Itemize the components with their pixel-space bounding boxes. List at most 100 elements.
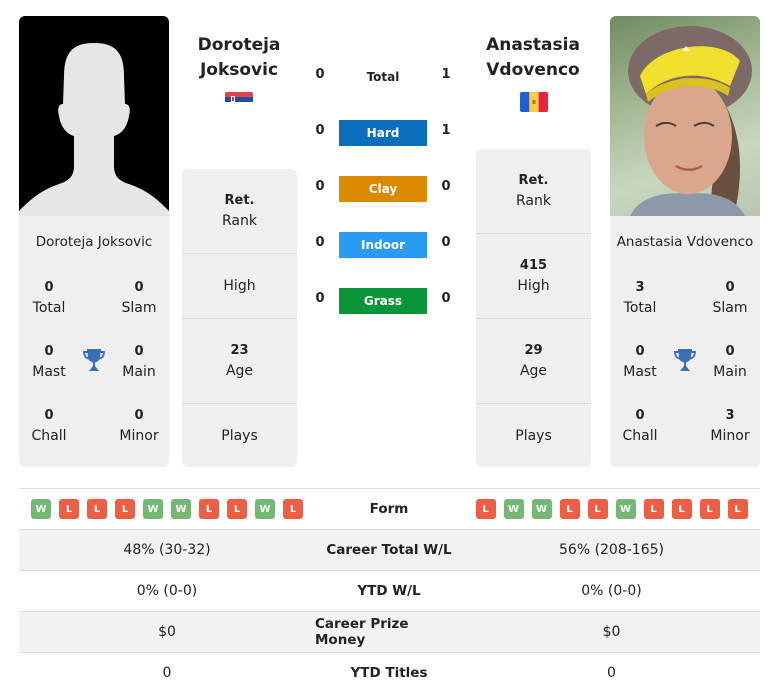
form-loss-badge[interactable]: L: [227, 499, 247, 519]
form-loss-badge[interactable]: L: [727, 499, 748, 519]
player2-ytd-titles: 0: [607, 665, 616, 681]
form-loss-badge[interactable]: L: [87, 499, 107, 519]
player1-prize-money: $0: [158, 624, 176, 640]
titles-slam-value: 0: [725, 280, 735, 295]
moldova-flag-icon: [520, 92, 548, 112]
age-value: 29: [524, 343, 543, 358]
form-loss-badge[interactable]: L: [199, 499, 219, 519]
player1-photo[interactable]: [19, 16, 169, 216]
player2-high: 415 High: [476, 234, 591, 319]
ytd-titles-row: 0 YTD Titles 0: [19, 653, 760, 694]
form-loss-badge[interactable]: L: [699, 499, 720, 519]
titles-chall-label: Chall: [622, 428, 658, 444]
player1-info-card: Ret. Rank High 23 Age Plays: [182, 169, 297, 467]
form-loss-badge[interactable]: L: [475, 499, 496, 519]
plays-label: Plays: [515, 427, 552, 444]
titles-mast-label: Mast: [32, 364, 66, 380]
player2-titles-total: 3 Total: [610, 278, 670, 318]
form-loss-badge[interactable]: L: [559, 499, 580, 519]
form-loss-badge[interactable]: L: [671, 499, 692, 519]
titles-total-label: Total: [32, 300, 66, 316]
h2h-hard-p2: 1: [441, 123, 451, 138]
titles-main-label: Main: [122, 364, 156, 380]
form-win-badge[interactable]: W: [615, 499, 636, 519]
titles-minor-label: Minor: [119, 428, 159, 444]
rank-value: Ret.: [518, 173, 549, 188]
titles-mast-value: 0: [44, 344, 54, 359]
player2-last-name: Vdovenco: [486, 60, 580, 80]
player1-ytd-wl: 0% (0-0): [136, 583, 198, 599]
titles-mast-value: 0: [635, 344, 645, 359]
player2-plays: Plays: [476, 404, 591, 467]
form-win-badge[interactable]: W: [255, 499, 275, 519]
player1-plays: Plays: [182, 404, 297, 467]
form-win-badge[interactable]: W: [171, 499, 191, 519]
trophy-icon: [674, 349, 696, 371]
form-win-badge[interactable]: W: [143, 499, 163, 519]
form-loss-badge[interactable]: L: [587, 499, 608, 519]
surface-clay-badge[interactable]: Clay: [339, 176, 427, 202]
h2h-total-label: Total: [366, 70, 400, 84]
form-loss-badge[interactable]: L: [59, 499, 79, 519]
form-label: Form: [369, 501, 409, 517]
titles-main-value: 0: [725, 344, 735, 359]
titles-main-value: 0: [134, 344, 144, 359]
player1-first-name: Doroteja: [197, 35, 281, 55]
player1-high: High: [182, 254, 297, 319]
surface-indoor-badge[interactable]: Indoor: [339, 232, 427, 258]
player2-name[interactable]: Anastasia Vdovenco: [463, 33, 603, 83]
player1-form-cell: WLLLWWLLWL: [19, 489, 315, 529]
form-win-badge[interactable]: W: [531, 499, 552, 519]
player1-name[interactable]: Doroteja Joksovic: [169, 33, 309, 83]
player2-titles-minor: 3 Minor: [700, 406, 760, 446]
surface-grass-badge[interactable]: Grass: [339, 288, 427, 314]
rank-label: Rank: [222, 213, 257, 229]
player1-career-wl: 48% (30-32): [123, 542, 211, 558]
player1-card: Doroteja Joksovic 0 Total 0 Slam 0 Mast …: [19, 16, 169, 467]
player2-first-name: Anastasia: [486, 35, 580, 55]
age-label: Age: [519, 363, 548, 379]
player2-rank: Ret. Rank: [476, 149, 591, 234]
career-wl-label: Career Total W/L: [326, 542, 452, 558]
career-wl-row: 48% (30-32) Career Total W/L 56% (208-16…: [19, 530, 760, 571]
player1-titles-minor: 0 Minor: [109, 406, 169, 446]
titles-slam-value: 0: [134, 280, 144, 295]
titles-mast-label: Mast: [623, 364, 657, 380]
ytd-wl-label: YTD W/L: [357, 583, 421, 599]
titles-chall-value: 0: [44, 408, 54, 423]
high-label: High: [223, 278, 256, 294]
age-value: 23: [230, 343, 249, 358]
trophy-icon: [83, 349, 105, 371]
rank-label: Rank: [516, 193, 551, 209]
form-win-badge[interactable]: W: [503, 499, 524, 519]
h2h-indoor-p2: 0: [441, 235, 451, 250]
titles-chall-label: Chall: [31, 428, 67, 444]
ytd-wl-row: 0% (0-0) YTD W/L 0% (0-0): [19, 571, 760, 612]
player2-titles-slam: 0 Slam: [700, 278, 760, 318]
form-loss-badge[interactable]: L: [283, 499, 303, 519]
high-value: 415: [519, 258, 548, 273]
player1-titles-total: 0 Total: [19, 278, 79, 318]
surface-hard-badge[interactable]: Hard: [339, 120, 427, 146]
player1-card-name[interactable]: Doroteja Joksovic: [19, 234, 169, 250]
titles-minor-value: 3: [725, 408, 735, 423]
titles-total-value: 0: [44, 280, 54, 295]
high-label: High: [517, 278, 550, 294]
form-loss-badge[interactable]: L: [643, 499, 664, 519]
player2-photo[interactable]: [610, 16, 760, 216]
form-win-badge[interactable]: W: [31, 499, 51, 519]
player2-prize-money: $0: [602, 624, 621, 640]
player2-card-name[interactable]: Anastasia Vdovenco: [610, 234, 760, 250]
player2-career-wl: 56% (208-165): [559, 542, 664, 558]
player1-ytd-titles: 0: [162, 665, 172, 681]
titles-minor-label: Minor: [710, 428, 750, 444]
player2-ytd-wl: 0% (0-0): [581, 583, 642, 599]
comparison-table: WLLLWWLLWL Form LWWLLWLLLL 48% (30-32) C…: [19, 488, 760, 694]
prize-money-label: Career Prize Money: [315, 616, 409, 648]
player2-titles-main: 0 Main: [700, 342, 760, 382]
titles-total-value: 3: [635, 280, 645, 295]
h2h-clay-p1: 0: [315, 179, 325, 194]
player2-form: LWWLLWLLLL: [475, 499, 748, 519]
titles-main-label: Main: [713, 364, 747, 380]
form-loss-badge[interactable]: L: [115, 499, 135, 519]
